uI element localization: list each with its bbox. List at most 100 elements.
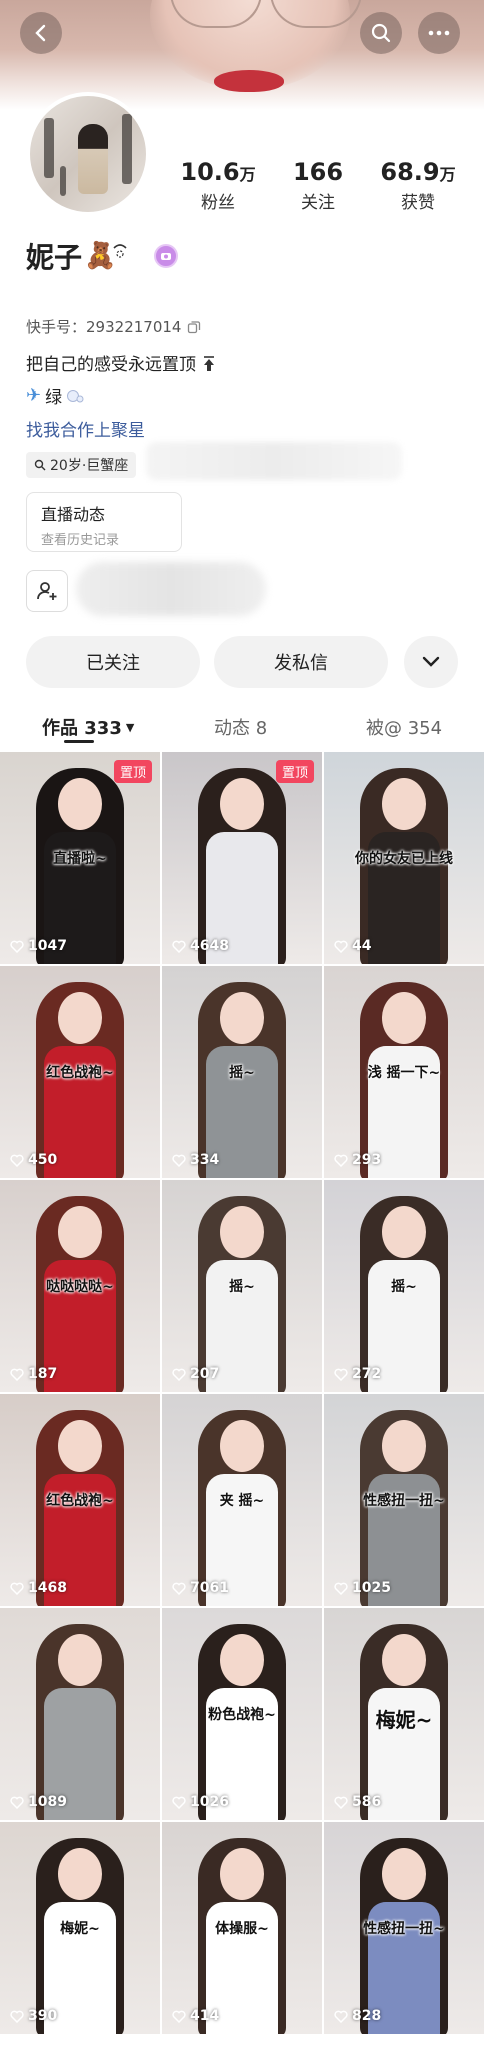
video-thumbnail[interactable]: 红色战袍~ 1468 [0, 1394, 160, 1606]
stat-likes-num: 68.9 [380, 158, 440, 186]
video-likes: 1047 [10, 938, 67, 954]
video-likes: 1468 [10, 1580, 67, 1596]
video-thumbnail[interactable]: 哒哒哒哒~ 187 [0, 1180, 160, 1392]
followed-button[interactable]: 已关注 [26, 636, 200, 688]
more-button[interactable] [418, 12, 460, 54]
video-likes: 187 [10, 1366, 57, 1382]
video-thumbnail[interactable]: 摇~ 207 [162, 1180, 322, 1392]
active-tab-indicator [64, 740, 94, 743]
video-caption: 直播啦~ [53, 851, 107, 867]
avatar-calligraphy [60, 166, 66, 196]
level-badge-icon[interactable] [154, 244, 179, 268]
name-row: 妮子 🧸 [26, 236, 179, 276]
copy-icon[interactable] [187, 320, 201, 334]
video-like-count: 586 [352, 1794, 382, 1810]
stat-following-num: 166 [292, 158, 344, 186]
video-caption: 夹 摇~ [219, 1493, 265, 1509]
video-like-count: 207 [190, 1366, 220, 1382]
bio-line-1: 把自己的感受永远置顶 [26, 350, 217, 375]
video-thumbnail[interactable]: 1089 [0, 1608, 160, 1820]
video-thumbnail[interactable]: 你的女友已上线 44 [324, 752, 484, 964]
pin-top-icon [204, 356, 215, 371]
video-likes: 4648 [172, 938, 229, 954]
video-face [220, 1848, 264, 1900]
avatar[interactable] [26, 92, 150, 216]
stat-following-label: 关注 [301, 193, 335, 213]
more-dots-icon [428, 30, 450, 36]
video-thumbnail[interactable]: 4648 置顶 [162, 752, 322, 964]
chevron-down-icon [422, 656, 440, 667]
video-face [58, 778, 102, 830]
heart-icon [172, 1368, 186, 1381]
video-caption: 你的女友已上线 [355, 851, 453, 867]
heart-icon [10, 1582, 24, 1595]
video-thumbnail[interactable]: 性感扭一扭~ 1025 [324, 1394, 484, 1606]
stat-fans-label: 粉丝 [201, 193, 235, 213]
badge-camera-icon [161, 253, 172, 260]
video-thumbnail[interactable]: 夹 摇~ 7061 [162, 1394, 322, 1606]
video-caption: 红色战袍~ [46, 1065, 114, 1081]
video-caption: 红色战袍~ [46, 1493, 114, 1509]
bio-link-cooperation[interactable]: 找我合作上聚星 [26, 416, 145, 441]
tab-mentions[interactable]: 被@ 354 [366, 714, 442, 740]
blurred-friend-area [76, 562, 266, 616]
video-caption: 摇~ [391, 1279, 417, 1295]
video-likes: 334 [172, 1152, 219, 1168]
video-face [220, 1420, 264, 1472]
video-face [220, 1634, 264, 1686]
stat-following[interactable]: 166 关注 [268, 158, 368, 213]
video-likes: 586 [334, 1794, 381, 1810]
video-likes: 414 [172, 2008, 219, 2024]
back-button[interactable] [20, 12, 62, 54]
stat-likes[interactable]: 68.9万 获赞 [368, 158, 468, 213]
video-caption: 粉色战袍~ [208, 1707, 276, 1723]
age-tag-text: 20岁·巨蟹座 [50, 458, 129, 474]
video-thumbnail[interactable]: 直播啦~ 1047 置顶 [0, 752, 160, 964]
video-face [58, 992, 102, 1044]
video-thumbnail[interactable]: 摇~ 334 [162, 966, 322, 1178]
video-like-count: 1026 [190, 1794, 229, 1810]
video-thumbnail[interactable]: 梅妮~ 390 [0, 1822, 160, 2034]
kuaishou-id-value: 2932217014 [86, 317, 182, 336]
video-face [382, 1634, 426, 1686]
search-button[interactable] [360, 12, 402, 54]
video-face [58, 1634, 102, 1686]
video-thumbnail[interactable]: 梅妮~ 586 [324, 1608, 484, 1820]
video-thumbnail[interactable]: 摇~ 272 [324, 1180, 484, 1392]
video-face [220, 992, 264, 1044]
video-thumbnail[interactable]: 粉色战袍~ 1026 [162, 1608, 322, 1820]
video-face [220, 778, 264, 830]
heart-icon [334, 940, 348, 953]
stat-fans[interactable]: 10.6万 粉丝 [168, 158, 268, 213]
airplane-icon: ✈ [26, 385, 42, 406]
profile-name: 妮子 [26, 241, 83, 274]
search-icon [371, 23, 391, 43]
message-button[interactable]: 发私信 [214, 636, 388, 688]
video-caption: 哒哒哒哒~ [46, 1279, 114, 1295]
caret-down-icon: ▼ [125, 720, 135, 734]
video-caption: 梅妮~ [375, 1708, 433, 1732]
video-thumbnail[interactable]: 红色战袍~ 450 [0, 966, 160, 1178]
tab-works[interactable]: 作品 333 ▼ [42, 714, 134, 740]
video-thumbnail[interactable]: 体操服~ 414 [162, 1822, 322, 2034]
heart-icon [10, 940, 24, 953]
heart-icon [334, 2010, 348, 2023]
video-face [58, 1848, 102, 1900]
heart-icon [10, 1154, 24, 1167]
tab-moments[interactable]: 动态 8 [214, 714, 267, 740]
add-friend-button[interactable] [26, 570, 68, 612]
video-thumbnail[interactable]: 浅 摇一下~ 293 [324, 966, 484, 1178]
stat-likes-label: 获赞 [401, 193, 435, 213]
video-likes: 1025 [334, 1580, 391, 1596]
video-caption: 摇~ [229, 1065, 255, 1081]
video-like-count: 1468 [28, 1580, 67, 1596]
video-likes: 293 [334, 1152, 381, 1168]
video-likes: 1026 [172, 1794, 229, 1810]
bio-line-1-text: 把自己的感受永远置顶 [26, 355, 196, 375]
live-history-card[interactable]: 直播动态 查看历史记录 [26, 492, 182, 552]
video-face [382, 1420, 426, 1472]
bubbles-icon [67, 389, 84, 402]
expand-button[interactable] [404, 636, 458, 688]
video-face [220, 1206, 264, 1258]
video-thumbnail[interactable]: 性感扭一扭~ 828 [324, 1822, 484, 2034]
